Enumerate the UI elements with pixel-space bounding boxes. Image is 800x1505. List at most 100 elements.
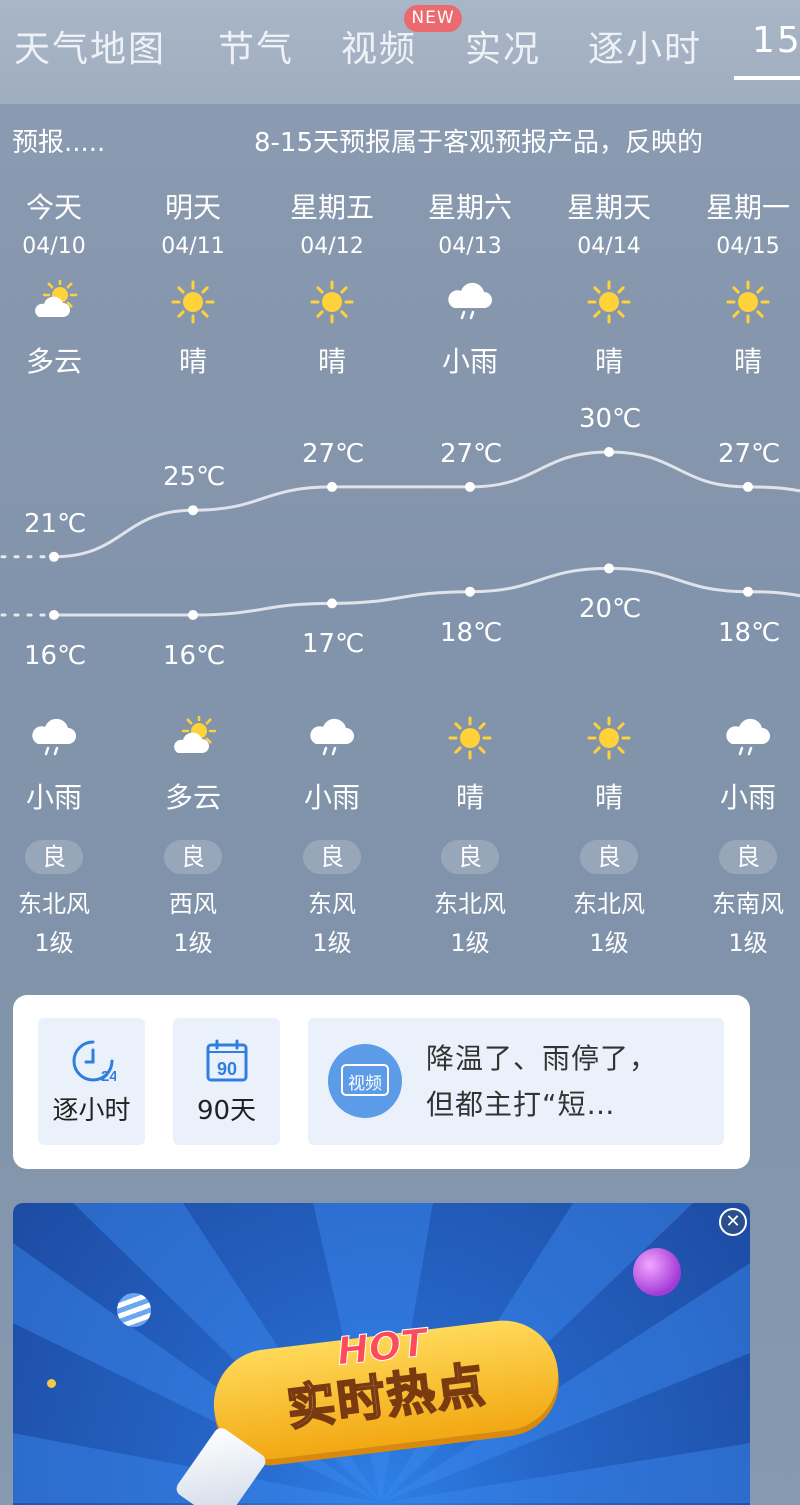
high-temp-label: 30℃ <box>579 404 642 434</box>
low-temp-label: 16℃ <box>163 641 226 671</box>
day-date: 04/11 <box>161 234 225 259</box>
tab-hourly[interactable]: 逐小时 <box>588 20 702 72</box>
promo-banner[interactable]: 实时热点 HOT <box>13 1203 750 1505</box>
day-date: 04/12 <box>300 234 364 259</box>
promo-hot-label: HOT <box>334 1320 430 1374</box>
day-date: 04/14 <box>577 234 641 259</box>
low-temp-label: 17℃ <box>302 629 365 660</box>
partly-cloudy-icon <box>30 277 78 324</box>
low-temp-point <box>49 610 59 620</box>
wind-direction: 东北风 <box>18 890 90 918</box>
aqi-badge: 良 <box>303 840 361 874</box>
night-weather: 晴 <box>594 781 623 814</box>
high-temp-label: 27℃ <box>718 438 781 469</box>
90-day-shortcut[interactable]: 90 90天 <box>173 1018 280 1145</box>
night-weather: 多云 <box>164 781 221 814</box>
day-name: 明天 <box>164 191 221 224</box>
high-temp-label: 27℃ <box>440 438 503 469</box>
news-headline: 降温了、雨停了， 但都主打“短… <box>426 1036 658 1128</box>
day-name: 星期一 <box>705 191 790 224</box>
wind-level: 1级 <box>589 929 629 957</box>
high-temp-label: 21℃ <box>24 508 87 539</box>
close-icon[interactable]: ✕ <box>719 1208 747 1236</box>
partly-cloudy-icon <box>169 713 217 760</box>
day-name: 星期天 <box>566 191 651 224</box>
day-weather: 晴 <box>178 345 207 378</box>
low-temp-line <box>53 566 800 617</box>
aqi-badge: 良 <box>164 840 222 874</box>
sun-icon <box>308 280 356 324</box>
low-temp-label: 18℃ <box>440 617 503 648</box>
temperature-chart <box>0 447 800 620</box>
video-news-item[interactable]: 视频 降温了、雨停了， 但都主打“短… <box>308 1018 724 1145</box>
sun-icon <box>169 280 217 324</box>
tab-15-day[interactable]: 15 <box>752 20 800 61</box>
wind-level: 1级 <box>450 929 490 957</box>
high-temp-point <box>188 505 198 516</box>
light-rain-icon <box>30 716 78 760</box>
clock-24-icon: 24 <box>72 1040 116 1084</box>
low-temp-point <box>604 563 614 574</box>
video-icon: 视频 <box>328 1044 402 1118</box>
night-weather: 小雨 <box>25 781 82 814</box>
low-temp-label: 20℃ <box>579 594 642 625</box>
wind-direction: 东北风 <box>573 890 645 918</box>
news-line-1: 降温了、雨停了， <box>426 1042 659 1075</box>
day-weather: 晴 <box>317 345 346 378</box>
low-temp-point <box>743 586 753 597</box>
high-temp-point <box>743 481 753 492</box>
high-temp-point <box>327 481 337 492</box>
aqi-badge: 良 <box>719 840 777 874</box>
calendar-90-icon: 90 <box>206 1039 248 1082</box>
day-name: 星期五 <box>289 191 374 224</box>
day-name: 今天 <box>25 191 82 224</box>
night-weather: 晴 <box>455 781 484 814</box>
news-line-2: 但都主打“短… <box>426 1088 616 1121</box>
ticker-text-right: 8-15天预报属于客观预报产品，反映的 <box>254 128 704 158</box>
new-badge: NEW <box>404 5 462 32</box>
hourly-label: 逐小时 <box>52 1096 131 1126</box>
day-name: 星期六 <box>427 191 512 224</box>
wind-direction: 东风 <box>308 890 356 918</box>
active-tab-indicator <box>734 76 800 80</box>
light-rain-icon <box>308 716 356 760</box>
wind-level: 1级 <box>173 929 213 957</box>
sun-icon <box>585 280 633 324</box>
tab-weather-map[interactable]: 天气地图 <box>14 20 166 72</box>
low-temp-label: 18℃ <box>718 617 781 648</box>
day-weather: 晴 <box>733 345 762 378</box>
day-date: 04/13 <box>438 234 502 259</box>
high-temp-point <box>465 481 475 492</box>
aqi-badge: 良 <box>441 840 499 874</box>
video-icon-text: 视频 <box>348 1074 382 1094</box>
top-tab-bar: 天气地图 节气 视频 NEW 实况 逐小时 15 <box>0 0 800 104</box>
hourly-shortcut[interactable]: 24 逐小时 <box>38 1018 145 1145</box>
low-temp-point <box>465 586 475 597</box>
tab-solar-terms[interactable]: 节气 <box>218 20 294 72</box>
wind-level: 1级 <box>34 929 74 957</box>
wind-level: 1级 <box>728 929 768 957</box>
high-temp-label: 25℃ <box>163 462 226 493</box>
tab-live[interactable]: 实况 <box>465 20 541 72</box>
aqi-badge: 良 <box>25 840 83 874</box>
90-day-label: 90天 <box>196 1096 257 1126</box>
sun-icon <box>446 716 494 760</box>
striped-ball-decoration <box>117 1293 151 1327</box>
sun-icon <box>724 280 772 324</box>
tab-video[interactable]: 视频 <box>341 20 417 72</box>
high-temp-label: 27℃ <box>302 438 365 469</box>
day-weather: 晴 <box>594 345 623 378</box>
calendar-90-text: 90 <box>217 1059 237 1079</box>
high-temp-point <box>604 447 614 457</box>
shortcut-card: 24 逐小时 90 90天 视频 降温了、雨停了， 但都主打“短… <box>13 995 750 1169</box>
sun-icon <box>585 716 633 760</box>
light-rain-icon <box>446 280 494 324</box>
night-weather: 小雨 <box>303 781 360 814</box>
day-weather: 多云 <box>25 345 82 378</box>
ticker-text-left: 预报..... <box>12 128 106 158</box>
aqi-badge: 良 <box>580 840 638 874</box>
low-temp-label: 16℃ <box>24 641 87 671</box>
day-date: 04/10 <box>22 234 86 259</box>
light-rain-icon <box>724 716 772 760</box>
night-weather: 小雨 <box>719 781 776 814</box>
